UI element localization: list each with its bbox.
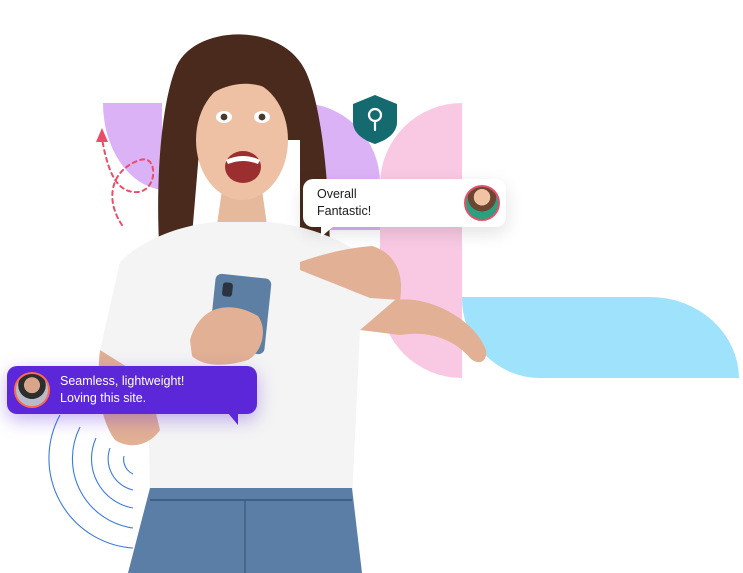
review-text-bottom: Seamless, lightweight! Loving this site. xyxy=(60,373,250,407)
review-bubble-bottom: Seamless, lightweight! Loving this site. xyxy=(7,366,257,425)
review-text-top: Overall Fantastic! xyxy=(317,186,447,220)
excited-woman-photo xyxy=(98,34,487,573)
review-text-bottom-line1: Seamless, lightweight! xyxy=(60,374,185,388)
review-text-top-line2: Fantastic! xyxy=(317,204,372,218)
review-text-top-line1: Overall xyxy=(317,187,357,201)
open-mouth xyxy=(225,151,261,183)
review-bubble-top: Overall Fantastic! xyxy=(303,179,506,237)
review-text-bottom-line2: Loving this site. xyxy=(60,391,147,405)
reviewer-avatar-woman xyxy=(464,185,500,221)
reviewer-avatar-man xyxy=(14,372,50,408)
